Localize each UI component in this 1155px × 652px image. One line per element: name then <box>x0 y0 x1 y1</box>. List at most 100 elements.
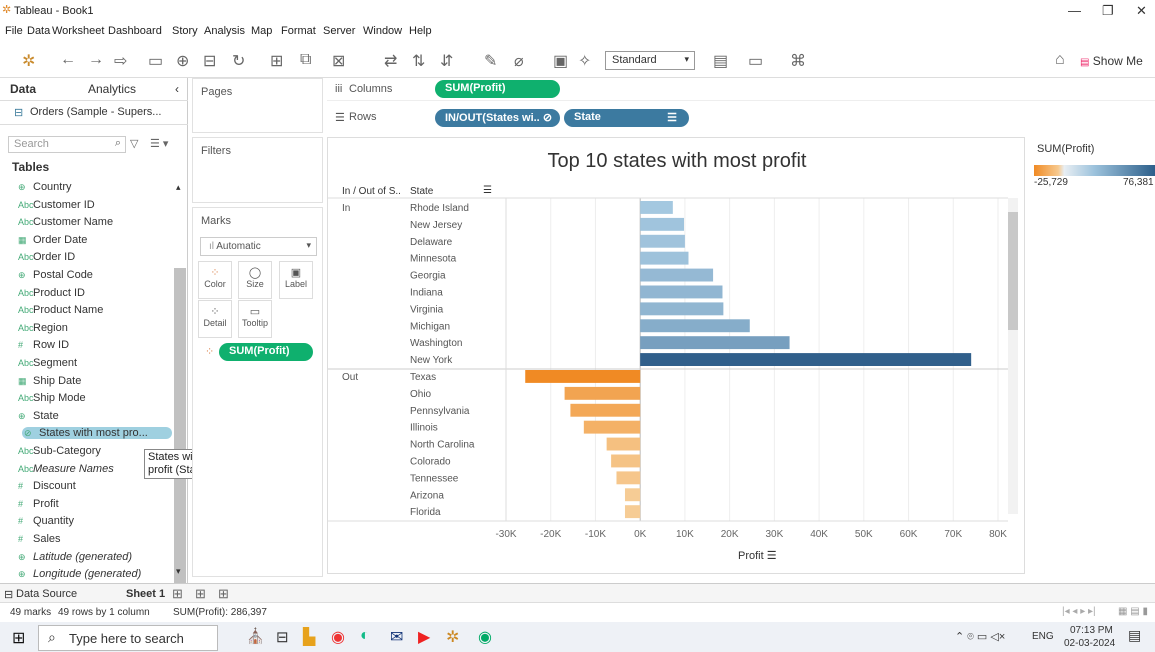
detail-button[interactable]: ⁘ Detail <box>198 300 232 338</box>
new-sheet-icon[interactable]: ⊞ <box>270 51 283 71</box>
language-indicator[interactable]: ENG <box>1032 631 1054 642</box>
tooltip-button[interactable]: ▭ Tooltip <box>238 300 272 338</box>
youtube-icon[interactable]: ▶ <box>418 627 430 647</box>
tableau-icon[interactable]: ✲ <box>22 51 35 71</box>
mail-icon[interactable]: ✉ <box>390 627 403 647</box>
field-item[interactable]: AbcMeasure Names <box>18 463 114 475</box>
chrome-profile-icon[interactable]: ◉ <box>478 627 492 647</box>
view-menu-icon[interactable]: ☰ ▾ <box>150 137 168 150</box>
mark-type-select[interactable]: ıl Automatic ▾ <box>200 237 317 256</box>
sort-desc-icon[interactable]: ⇵ <box>440 51 453 71</box>
pin-toolbar-icon[interactable]: ⌂ <box>1055 51 1065 69</box>
rows-shelf[interactable]: ☰ Rows IN/OUT(States wi.. ⊘ State ☰ <box>327 105 1155 131</box>
pin-icon[interactable]: ✧ <box>578 51 591 71</box>
field-item[interactable]: ▦ Ship Date <box>18 375 81 387</box>
share-icon[interactable]: ⌘ <box>790 51 806 71</box>
color-legend-gradient[interactable] <box>1034 165 1155 176</box>
marks-profit-pill[interactable]: SUM(Profit) <box>219 343 313 361</box>
sheet-view-icon[interactable]: ▦ ▤ ▮ <box>1118 606 1148 617</box>
field-item[interactable]: ⊕ Longitude (generated) <box>18 568 141 580</box>
field-item[interactable]: AbcOrder ID <box>18 251 75 263</box>
file-explorer-icon[interactable]: ▙ <box>303 627 315 647</box>
menu-dashboard[interactable]: Dashboard <box>108 25 162 37</box>
rows-inout-pill[interactable]: IN/OUT(States wi.. ⊘ <box>435 109 560 127</box>
field-item[interactable]: AbcRegion <box>18 322 68 334</box>
menu-window[interactable]: Window <box>363 25 402 37</box>
field-item[interactable]: ⊕ Postal Code <box>18 269 93 281</box>
filter-icon[interactable]: ▽ <box>130 137 138 150</box>
scroll-thumb[interactable] <box>1008 212 1018 330</box>
field-search-input[interactable]: Search ⌕ <box>8 136 126 153</box>
field-item[interactable]: AbcCustomer ID <box>18 199 95 211</box>
field-item[interactable]: ⊕ Country <box>18 181 72 193</box>
menu-format[interactable]: Format <box>281 25 316 37</box>
field-item[interactable]: ⊕ Latitude (generated) <box>18 551 132 563</box>
menu-worksheet[interactable]: Worksheet <box>52 25 104 37</box>
minimize-icon[interactable]: — <box>1068 3 1081 18</box>
sheet-tab[interactable]: Sheet 1 <box>126 588 165 600</box>
weather-icon[interactable]: ⛪ <box>246 627 265 645</box>
task-view-icon[interactable]: ⊟ <box>276 628 289 646</box>
color-button[interactable]: ⁘ Color <box>198 261 232 299</box>
menu-help[interactable]: Help <box>409 25 432 37</box>
restore-icon[interactable]: ❐ <box>1102 3 1114 19</box>
label-icon[interactable]: ▣ <box>553 51 568 71</box>
swap-icon[interactable]: ⇄ <box>384 51 397 71</box>
columns-profit-pill[interactable]: SUM(Profit) <box>435 80 560 98</box>
show-me-button[interactable]: ▤ Show Me <box>1080 54 1143 68</box>
taskbar-search-input[interactable]: ⌕ Type here to search <box>38 625 218 651</box>
field-item[interactable]: AbcSegment <box>18 357 77 369</box>
field-item[interactable]: # Sales <box>18 533 61 545</box>
field-item[interactable]: AbcShip Mode <box>18 392 86 404</box>
group-icon[interactable]: ⌀ <box>514 51 524 71</box>
new-datasource-icon[interactable]: ⊕ <box>176 51 189 71</box>
field-item[interactable]: ▦ Order Date <box>18 234 87 246</box>
undo-icon[interactable]: ← <box>60 51 76 69</box>
edge-icon[interactable]: ◐ <box>360 627 370 645</box>
tray-icons[interactable]: ⌃ ⌾ ▭ ◁× <box>955 630 1005 644</box>
menu-server[interactable]: Server <box>323 25 355 37</box>
menu-file[interactable]: File <box>5 25 23 37</box>
clear-sheet-icon[interactable]: ⊠ <box>332 51 345 71</box>
size-button[interactable]: ◯ Size <box>238 261 272 299</box>
redo-arrow-icon[interactable]: ⇨ <box>114 51 127 71</box>
tab-analytics[interactable]: Analytics <box>88 82 136 96</box>
field-item[interactable]: AbcCustomer Name <box>18 216 113 228</box>
sheet-navigation-icon[interactable]: |◂ ◂ ▸ ▸| <box>1062 606 1096 617</box>
tab-data[interactable]: Data <box>10 82 36 96</box>
redo-icon[interactable]: → <box>88 51 104 69</box>
field-item[interactable]: # Profit <box>18 498 59 510</box>
tableau-taskbar-icon[interactable]: ✲ <box>446 627 459 647</box>
datasource-name[interactable]: Orders (Sample - Supers... <box>30 106 161 118</box>
field-item[interactable]: AbcProduct ID <box>18 287 85 299</box>
view-scrollbar[interactable] <box>1008 198 1018 514</box>
field-item[interactable]: ⊘ States with most pro... <box>22 427 172 440</box>
save-icon[interactable]: ▭ <box>148 51 163 71</box>
field-item[interactable]: AbcProduct Name <box>18 304 103 316</box>
clock-time[interactable]: 07:13 PM <box>1070 625 1113 636</box>
columns-shelf[interactable]: iii Columns SUM(Profit) <box>327 78 1155 101</box>
fit-mode-select[interactable]: Standard ▾ <box>605 51 695 70</box>
duplicate-icon[interactable]: ⧉ <box>300 51 311 69</box>
pages-card[interactable]: Pages <box>192 78 323 133</box>
field-item[interactable]: ⊕ State <box>18 410 59 422</box>
new-worksheet-icon[interactable]: ⊞ <box>172 586 183 602</box>
rows-state-pill[interactable]: State ☰ <box>564 109 689 127</box>
scroll-up-icon[interactable]: ▴ <box>176 182 181 193</box>
highlight-icon[interactable]: ✎ <box>484 51 497 71</box>
scrollbar[interactable] <box>174 268 186 603</box>
menu-map[interactable]: Map <box>251 25 272 37</box>
clock-date[interactable]: 02-03-2024 <box>1064 638 1115 649</box>
refresh-icon[interactable]: ↻ <box>232 51 245 71</box>
scroll-down-icon[interactable]: ▾ <box>176 566 181 577</box>
menu-data[interactable]: Data <box>27 25 50 37</box>
menu-analysis[interactable]: Analysis <box>204 25 245 37</box>
chrome-icon[interactable]: ◉ <box>331 627 345 647</box>
new-dashboard-icon[interactable]: ⊞ <box>195 586 206 602</box>
datasource-icon[interactable]: ⊟ <box>203 51 216 71</box>
field-item[interactable]: # Quantity <box>18 515 74 527</box>
collapse-icon[interactable]: ‹ <box>175 82 179 96</box>
close-icon[interactable]: ✕ <box>1136 3 1147 19</box>
new-story-icon[interactable]: ⊞ <box>218 586 229 602</box>
sort-asc-icon[interactable]: ⇅ <box>412 51 425 71</box>
